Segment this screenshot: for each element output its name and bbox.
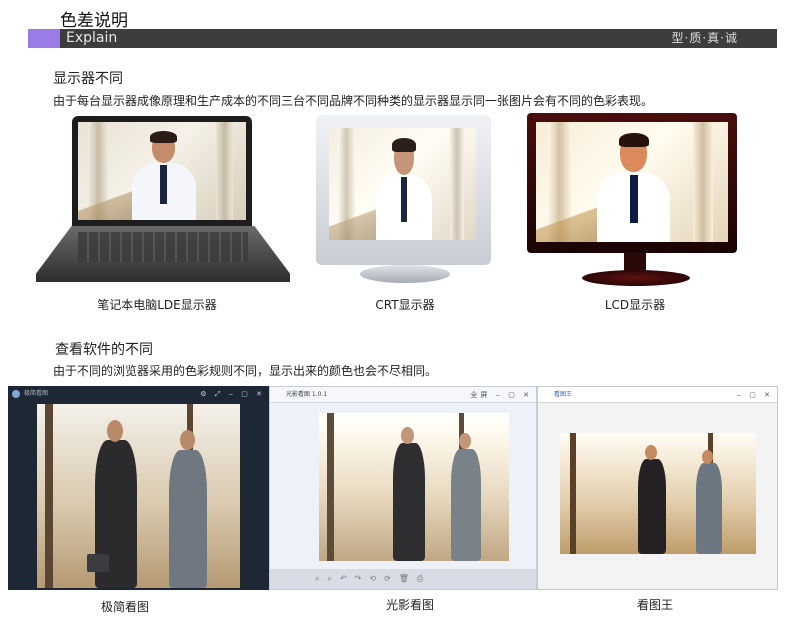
lcd-foot: [582, 270, 690, 286]
fashion-photo: [319, 413, 509, 561]
section-text-display: 由于每台显示器成像原理和生产成本的不同三台不同品牌不同种类的显示器显示同一张图片…: [53, 94, 654, 108]
device-caption-laptop: 笔记本电脑LDE显示器: [97, 298, 217, 312]
viewer-window-guangying: 光影看图 1.0.1 全屏 ‒ ▢ ✕ ⌕⌕↶↷⟲⟳🗑⎙: [269, 386, 537, 590]
section-heading-software: 查看软件的不同: [55, 342, 153, 358]
viewer-caption-jijian: 极简看图: [100, 600, 149, 614]
fashion-photo: [560, 433, 756, 554]
keyboard-keys: [78, 232, 248, 262]
device-caption-lcd: LCD显示器: [604, 298, 666, 312]
model-photo: [536, 122, 728, 242]
window-controls[interactable]: 全屏 ‒ ▢ ✕: [470, 387, 532, 403]
viewer-caption-kantuwang: 看图王: [636, 598, 673, 612]
fashion-photo: [37, 404, 240, 588]
window-controls[interactable]: ⚙ ⤢ ‒ ▢ ✕: [200, 386, 265, 402]
device-caption-crt: CRT显示器: [375, 298, 435, 312]
section-text-software: 由于不同的浏览器采用的色彩规则不同，显示出来的颜色也会不尽相同。: [53, 364, 438, 378]
header-accent-block: [28, 29, 60, 48]
model-photo: [78, 122, 246, 220]
window-controls[interactable]: ‒ ▢ ✕: [737, 387, 773, 403]
model-photo: [329, 128, 476, 240]
viewer-caption-guangying: 光影看图: [385, 598, 434, 612]
header-slogan: 型·质·真·诚: [671, 31, 738, 45]
page-title: 色差说明: [60, 11, 128, 31]
viewer-toolbar[interactable]: ⌕⌕↶↷⟲⟳🗑⎙: [270, 569, 536, 589]
header-subtitle-en: Explain: [66, 30, 118, 46]
section-heading-display: 显示器不同: [53, 71, 123, 87]
crt-stand: [360, 265, 450, 283]
viewer-window-kantuwang: 看图王 ‒ ▢ ✕: [537, 386, 778, 590]
viewer-window-jijian: 极简看图 ⚙ ⤢ ‒ ▢ ✕: [8, 386, 269, 590]
laptop-screen: [72, 116, 252, 226]
header-bar: [28, 29, 777, 48]
